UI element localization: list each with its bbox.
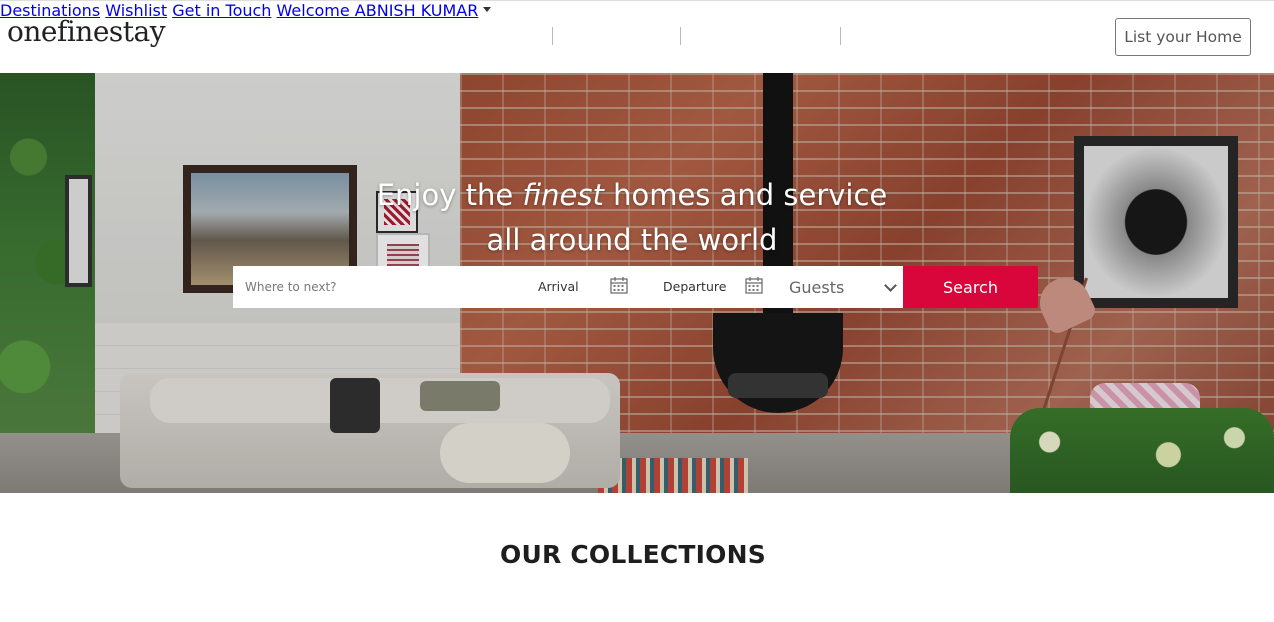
calendar-icon[interactable]: [610, 276, 628, 294]
departure-date-field[interactable]: Departure: [663, 279, 726, 294]
user-menu-dropdown[interactable]: Welcome ABNISH KUMAR: [277, 1, 492, 20]
nav-divider: [552, 27, 553, 45]
list-your-home-button[interactable]: List your Home: [1115, 18, 1251, 56]
top-navigation-bar: onefinestay Destinations Wishlist Get in…: [0, 0, 1274, 73]
nav-divider: [840, 27, 841, 45]
search-bar: Arrival Departure Guests: [233, 266, 903, 308]
calendar-icon[interactable]: [745, 276, 763, 294]
caret-down-icon: [483, 7, 492, 12]
nav-get-in-touch-link[interactable]: Get in Touch: [172, 1, 271, 20]
site-logo[interactable]: onefinestay: [7, 15, 166, 48]
destination-search-input[interactable]: [233, 266, 503, 308]
nav-divider: [680, 27, 681, 45]
arrival-date-field[interactable]: Arrival: [538, 279, 579, 294]
search-button[interactable]: Search: [903, 266, 1038, 308]
hero-headline: Enjoy the finest homes and service all a…: [376, 178, 888, 257]
guests-select-value: Guests: [789, 277, 845, 297]
user-welcome-text: Welcome ABNISH KUMAR: [276, 1, 479, 20]
collections-heading: OUR COLLECTIONS: [500, 540, 766, 569]
guests-select[interactable]: Guests: [789, 266, 903, 308]
chevron-down-icon: [884, 279, 897, 292]
